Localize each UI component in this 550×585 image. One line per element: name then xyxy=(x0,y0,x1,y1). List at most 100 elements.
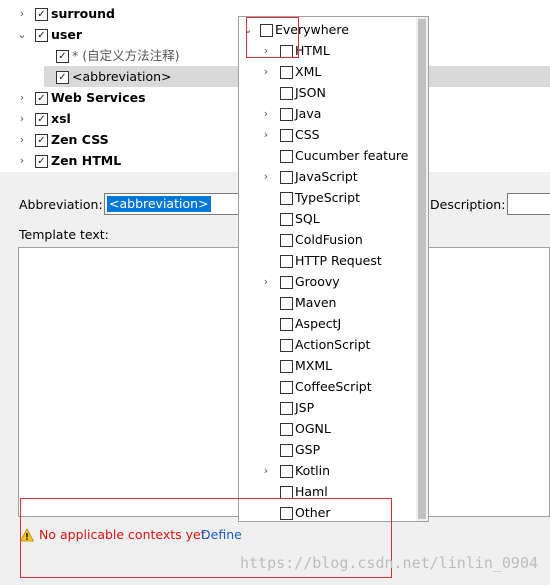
chevron-right-icon[interactable]: › xyxy=(261,61,271,82)
context-item[interactable]: Maven xyxy=(239,292,419,313)
tree-template-label: <abbreviation> xyxy=(72,69,172,84)
chevron-right-icon[interactable]: › xyxy=(17,108,27,129)
context-label: CoffeeScript xyxy=(295,379,372,394)
abbreviation-input-value: <abbreviation> xyxy=(107,196,211,212)
applicable-contexts-popup: ⌄ Everywhere › HTML › XML JSON › Java › CSS Cucum… xyxy=(238,16,429,522)
description-input[interactable] xyxy=(507,193,550,215)
checkbox-icon[interactable] xyxy=(280,192,293,205)
chevron-right-icon[interactable]: › xyxy=(17,87,27,108)
context-label: Kotlin xyxy=(295,463,330,478)
chevron-right-icon[interactable]: › xyxy=(17,3,27,24)
checkbox-checked-icon[interactable]: ✓ xyxy=(35,134,48,147)
checkbox-checked-icon[interactable]: ✓ xyxy=(35,92,48,105)
checkbox-icon[interactable] xyxy=(280,171,293,184)
checkbox-icon[interactable] xyxy=(280,255,293,268)
context-label: ActionScript xyxy=(295,337,371,352)
description-label: Description: xyxy=(430,197,506,212)
context-label: MXML xyxy=(295,358,333,373)
chevron-right-icon[interactable]: › xyxy=(17,150,27,171)
checkbox-icon[interactable] xyxy=(280,234,293,247)
checkbox-checked-icon[interactable]: ✓ xyxy=(35,113,48,126)
tree-group-label: Zen HTML xyxy=(51,153,122,168)
checkbox-icon[interactable] xyxy=(280,444,293,457)
abbreviation-label: Abbreviation: xyxy=(19,197,103,212)
context-label: Maven xyxy=(295,295,337,310)
popup-scrollbar[interactable] xyxy=(416,17,428,521)
context-label: TypeScript xyxy=(295,190,360,205)
checkbox-checked-icon[interactable]: ✓ xyxy=(35,155,48,168)
context-item[interactable]: Cucumber feature xyxy=(239,145,419,166)
chevron-right-icon[interactable]: › xyxy=(261,103,271,124)
tree-group-label: Zen CSS xyxy=(51,132,109,147)
context-label: HTML xyxy=(295,43,330,58)
checkbox-icon[interactable] xyxy=(280,318,293,331)
checkbox-checked-icon[interactable]: ✓ xyxy=(56,50,69,63)
context-label: GSP xyxy=(295,442,321,457)
context-label: Groovy xyxy=(295,274,340,289)
context-item[interactable]: MXML xyxy=(239,355,419,376)
chevron-right-icon[interactable]: › xyxy=(261,460,271,481)
checkbox-icon[interactable] xyxy=(280,213,293,226)
checkbox-icon[interactable] xyxy=(280,423,293,436)
abbreviation-input[interactable]: <abbreviation> xyxy=(104,193,244,215)
context-label: AspectJ xyxy=(295,316,342,331)
checkbox-icon[interactable] xyxy=(280,297,293,310)
context-item[interactable]: GSP xyxy=(239,439,419,460)
checkbox-icon[interactable] xyxy=(280,150,293,163)
chevron-right-icon[interactable]: › xyxy=(17,129,27,150)
checkbox-icon[interactable] xyxy=(280,360,293,373)
context-label: Java xyxy=(295,106,322,121)
checkbox-icon[interactable] xyxy=(280,402,293,415)
context-item[interactable]: SQL xyxy=(239,208,419,229)
checkbox-icon[interactable] xyxy=(280,87,293,100)
context-label: CSS xyxy=(295,127,320,142)
annotation-box-everywhere xyxy=(246,17,299,58)
checkbox-checked-icon[interactable]: ✓ xyxy=(35,29,48,42)
tree-template-label: * (自定义方法注释) xyxy=(72,48,180,63)
context-label: JSON xyxy=(295,85,326,100)
checkbox-icon[interactable] xyxy=(280,276,293,289)
tree-group-label: xsl xyxy=(51,111,71,126)
checkbox-icon[interactable] xyxy=(280,129,293,142)
checkbox-icon[interactable] xyxy=(280,66,293,79)
popup-scrollbar-thumb[interactable] xyxy=(418,19,426,519)
context-item[interactable]: › XML xyxy=(239,61,419,82)
context-item[interactable]: ColdFusion xyxy=(239,229,419,250)
checkbox-checked-icon[interactable]: ✓ xyxy=(35,8,48,21)
checkbox-icon[interactable] xyxy=(280,381,293,394)
context-label: ColdFusion xyxy=(295,232,363,247)
tree-group-label: surround xyxy=(51,6,116,21)
context-item[interactable]: › CSS xyxy=(239,124,419,145)
context-label: HTTP Request xyxy=(295,253,382,268)
chevron-right-icon[interactable]: › xyxy=(261,124,271,145)
context-label: XML xyxy=(295,64,322,79)
checkbox-icon[interactable] xyxy=(280,339,293,352)
context-item[interactable]: › JavaScript xyxy=(239,166,419,187)
template-text-label: Template text: xyxy=(19,227,109,242)
context-item[interactable]: AspectJ xyxy=(239,313,419,334)
chevron-right-icon[interactable]: › xyxy=(261,271,271,292)
chevron-down-icon[interactable]: ⌄ xyxy=(17,24,27,45)
context-item[interactable]: › Kotlin xyxy=(239,460,419,481)
watermark-text: https://blog.csdn.net/linlin_0904 xyxy=(239,554,538,572)
context-label: JSP xyxy=(295,400,315,415)
checkbox-checked-icon[interactable]: ✓ xyxy=(56,71,69,84)
context-label: SQL xyxy=(295,211,320,226)
tree-group-label: Web Services xyxy=(51,90,146,105)
context-item[interactable]: HTTP Request xyxy=(239,250,419,271)
context-item[interactable]: CoffeeScript xyxy=(239,376,419,397)
context-item[interactable]: OGNL xyxy=(239,418,419,439)
context-item[interactable]: JSON xyxy=(239,82,419,103)
context-item[interactable]: JSP xyxy=(239,397,419,418)
chevron-right-icon[interactable]: › xyxy=(261,166,271,187)
context-item[interactable]: › Java xyxy=(239,103,419,124)
context-item[interactable]: ActionScript xyxy=(239,334,419,355)
context-item[interactable]: › Groovy xyxy=(239,271,419,292)
context-label: JavaScript xyxy=(295,169,358,184)
checkbox-icon[interactable] xyxy=(280,108,293,121)
context-label: OGNL xyxy=(295,421,331,436)
context-label: Cucumber feature xyxy=(295,148,409,163)
context-item[interactable]: TypeScript xyxy=(239,187,419,208)
checkbox-icon[interactable] xyxy=(280,465,293,478)
tree-group-label: user xyxy=(51,27,82,42)
